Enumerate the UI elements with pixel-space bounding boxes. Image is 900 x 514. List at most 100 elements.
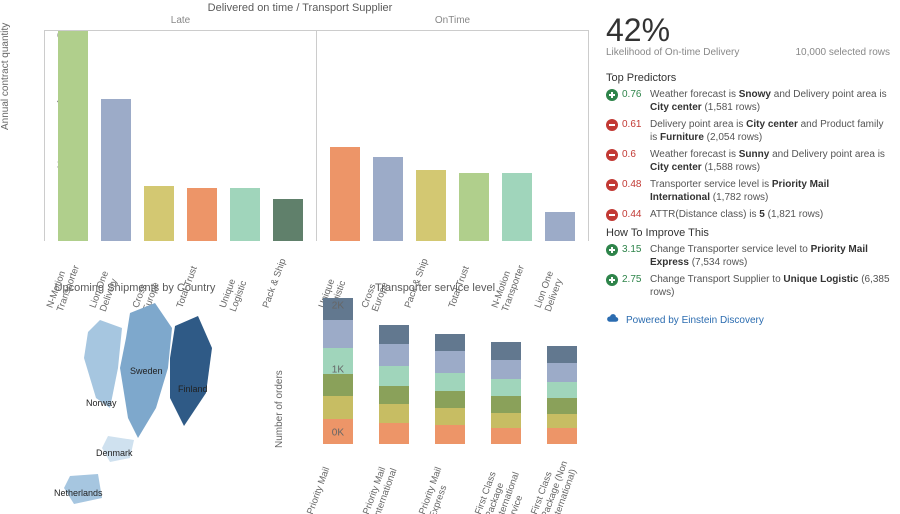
bar-segment bbox=[491, 360, 521, 380]
bar[interactable] bbox=[545, 212, 575, 241]
stacked-bar[interactable] bbox=[379, 325, 409, 444]
bar-segment bbox=[491, 413, 521, 428]
predictor-text: Delivery point area is City center and P… bbox=[650, 118, 890, 144]
bar-segment bbox=[491, 428, 521, 445]
stacked-bar[interactable] bbox=[435, 334, 465, 444]
predictor-row[interactable]: 0.61Delivery point area is City center a… bbox=[606, 118, 890, 144]
predictor-row[interactable]: 3.15Change Transporter service level to … bbox=[606, 243, 890, 269]
bar[interactable] bbox=[373, 157, 403, 241]
chart-title: Delivered on time / Transport Supplier bbox=[0, 0, 600, 14]
bar-segment bbox=[547, 398, 577, 414]
predictor-row[interactable]: 0.6Weather forecast is Sunny and Deliver… bbox=[606, 148, 890, 174]
bar-segment bbox=[547, 428, 577, 444]
y-axis-label: Annual contract quantity bbox=[0, 23, 11, 130]
x-label: First Class Package (Non International) bbox=[529, 445, 595, 514]
bar-segment bbox=[435, 334, 465, 352]
country-label: Sweden bbox=[130, 366, 163, 376]
plus-icon bbox=[606, 274, 618, 286]
predictor-value: 0.48 bbox=[622, 178, 650, 191]
einstein-icon bbox=[606, 313, 620, 327]
country-label: Finland bbox=[178, 384, 208, 394]
bar-segment bbox=[435, 408, 465, 425]
bar-segment bbox=[435, 373, 465, 391]
predictor-value: 0.44 bbox=[622, 208, 650, 221]
minus-icon bbox=[606, 149, 618, 161]
top-predictors-heading: Top Predictors bbox=[606, 72, 890, 84]
bar[interactable] bbox=[230, 188, 260, 241]
bar[interactable] bbox=[58, 31, 88, 241]
predictor-text: Weather forecast is Snowy and Delivery p… bbox=[650, 88, 890, 114]
country-norway[interactable] bbox=[84, 320, 122, 408]
y-tick: 1K bbox=[332, 364, 344, 375]
bar[interactable] bbox=[144, 186, 174, 241]
bar-segment bbox=[491, 342, 521, 359]
bar[interactable] bbox=[187, 188, 217, 241]
bar-segment bbox=[379, 404, 409, 423]
predictor-row[interactable]: 0.44ATTR(Distance class) is 5 (1,821 row… bbox=[606, 208, 890, 221]
predictor-row[interactable]: 0.76Weather forecast is Snowy and Delive… bbox=[606, 88, 890, 114]
bar-segment bbox=[547, 382, 577, 398]
bar-segment bbox=[547, 414, 577, 429]
bar[interactable] bbox=[330, 147, 360, 241]
service-level-chart: Transporter service level Number of orde… bbox=[270, 280, 600, 514]
bar[interactable] bbox=[459, 173, 489, 241]
bar-segment bbox=[379, 423, 409, 444]
predictor-row[interactable]: 0.48Transporter service level is Priorit… bbox=[606, 178, 890, 204]
predictor-text: Weather forecast is Sunny and Delivery p… bbox=[650, 148, 890, 174]
predictor-text: Change Transporter service level to Prio… bbox=[650, 243, 890, 269]
upcoming-shipments-map: Upcoming Shipments by Country Sweden Fin… bbox=[0, 280, 270, 514]
map-svg bbox=[10, 298, 260, 508]
bar-segment bbox=[547, 346, 577, 363]
x-label: First Class Package International Servic… bbox=[473, 445, 539, 514]
bar-segment bbox=[491, 379, 521, 396]
x-label: Priority Mail Express bbox=[417, 445, 483, 514]
predictor-text: ATTR(Distance class) is 5 (1,821 rows) bbox=[650, 208, 823, 221]
bar[interactable] bbox=[101, 99, 131, 241]
predictor-value: 3.15 bbox=[622, 243, 650, 256]
x-label: Priority Mail bbox=[305, 445, 371, 514]
powered-by-einstein[interactable]: Powered by Einstein Discovery bbox=[606, 313, 890, 327]
facet-title: OnTime bbox=[317, 15, 588, 26]
stacked-bar[interactable] bbox=[547, 346, 577, 444]
predictor-value: 0.6 bbox=[622, 148, 650, 161]
minus-icon bbox=[606, 179, 618, 191]
stack-y-label: Number of orders bbox=[274, 370, 285, 448]
minus-icon bbox=[606, 209, 618, 221]
predictor-value: 0.76 bbox=[622, 88, 650, 101]
stacked-bar[interactable] bbox=[491, 342, 521, 444]
headline-sublabel: Likelihood of On-time Delivery bbox=[606, 47, 739, 58]
country-label: Denmark bbox=[96, 448, 133, 458]
predictor-value: 0.61 bbox=[622, 118, 650, 131]
einstein-insight-panel: 42% Likelihood of On-time Delivery 10,00… bbox=[600, 0, 900, 514]
bar[interactable] bbox=[416, 170, 446, 241]
predictor-row[interactable]: 2.75Change Transport Supplier to Unique … bbox=[606, 273, 890, 299]
plus-icon bbox=[606, 89, 618, 101]
delivered-on-time-chart: Delivered on time / Transport Supplier A… bbox=[0, 0, 600, 280]
bar-segment bbox=[379, 325, 409, 343]
bar-segment bbox=[435, 425, 465, 444]
bar-segment bbox=[435, 391, 465, 409]
y-tick: 2K bbox=[332, 301, 344, 312]
predictor-value: 2.75 bbox=[622, 273, 650, 286]
country-label: Netherlands bbox=[54, 488, 103, 498]
bar-segment bbox=[379, 366, 409, 386]
bar-segment bbox=[379, 344, 409, 366]
country-finland[interactable] bbox=[170, 316, 212, 426]
headline-percent: 42% bbox=[606, 12, 890, 49]
bar[interactable] bbox=[502, 173, 532, 241]
bar-segment bbox=[547, 363, 577, 382]
bar-segment bbox=[435, 351, 465, 373]
y-tick: 0K bbox=[332, 428, 344, 439]
country-label: Norway bbox=[86, 398, 117, 408]
predictor-text: Transporter service level is Priority Ma… bbox=[650, 178, 890, 204]
facet-title: Late bbox=[45, 15, 316, 26]
plus-icon bbox=[606, 244, 618, 256]
predictor-text: Change Transport Supplier to Unique Logi… bbox=[650, 273, 890, 299]
bar-segment bbox=[491, 396, 521, 413]
x-label: Priority Mail International bbox=[361, 445, 427, 514]
bar-segment bbox=[379, 386, 409, 404]
minus-icon bbox=[606, 119, 618, 131]
improve-heading: How To Improve This bbox=[606, 227, 890, 239]
bar[interactable] bbox=[273, 199, 303, 241]
selected-rows: 10,000 selected rows bbox=[795, 47, 890, 58]
